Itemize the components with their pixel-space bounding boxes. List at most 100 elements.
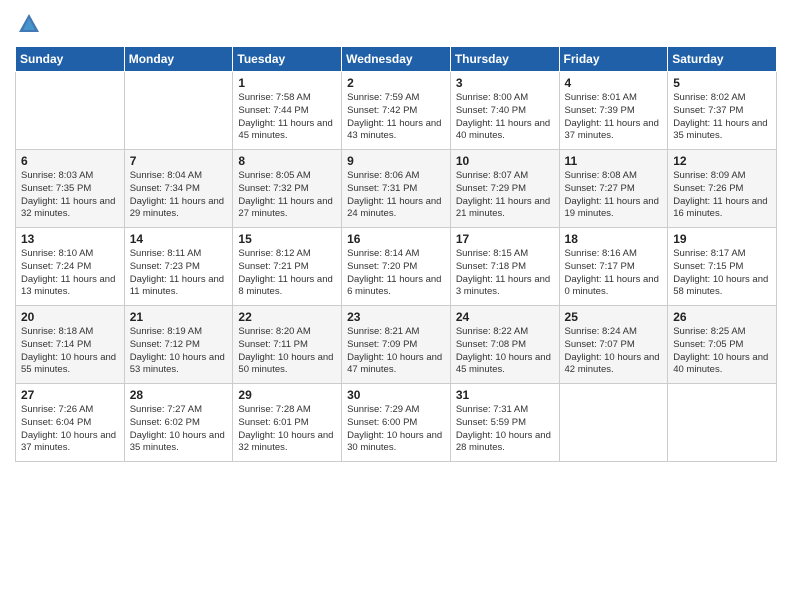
calendar-cell: 6 Sunrise: 8:03 AM Sunset: 7:35 PM Daylig… (16, 150, 125, 228)
day-detail: Sunrise: 7:27 AM Sunset: 6:02 PM Dayligh… (130, 404, 228, 455)
day-detail: Sunrise: 8:16 AM Sunset: 7:17 PM Dayligh… (565, 248, 663, 299)
day-detail: Sunrise: 8:09 AM Sunset: 7:26 PM Dayligh… (673, 170, 771, 221)
weekday-header-monday: Monday (124, 47, 233, 72)
day-number: 21 (130, 310, 228, 324)
calendar-table: SundayMondayTuesdayWednesdayThursdayFrid… (15, 46, 777, 462)
calendar-cell: 30 Sunrise: 7:29 AM Sunset: 6:00 PM Dayli… (342, 384, 451, 462)
day-number: 8 (238, 154, 336, 168)
day-number: 7 (130, 154, 228, 168)
calendar-cell: 26 Sunrise: 8:25 AM Sunset: 7:05 PM Dayli… (668, 306, 777, 384)
day-number: 25 (565, 310, 663, 324)
day-detail: Sunrise: 8:00 AM Sunset: 7:40 PM Dayligh… (456, 92, 554, 143)
day-number: 29 (238, 388, 336, 402)
week-row-4: 20Sunrise: 8:18 AM Sunset: 7:14 PM Dayli… (16, 306, 777, 384)
logo-icon (15, 10, 43, 38)
calendar-cell: 17 Sunrise: 8:15 AM Sunset: 7:18 PM Dayli… (450, 228, 559, 306)
weekday-header-thursday: Thursday (450, 47, 559, 72)
day-detail: Sunrise: 8:05 AM Sunset: 7:32 PM Dayligh… (238, 170, 336, 221)
day-number: 30 (347, 388, 445, 402)
day-detail: Sunrise: 8:01 AM Sunset: 7:39 PM Dayligh… (565, 92, 663, 143)
calendar-cell: 18 Sunrise: 8:16 AM Sunset: 7:17 PM Dayli… (559, 228, 668, 306)
calendar-cell (559, 384, 668, 462)
day-number: 27 (21, 388, 119, 402)
calendar-cell: 23 Sunrise: 8:21 AM Sunset: 7:09 PM Dayli… (342, 306, 451, 384)
week-row-3: 13Sunrise: 8:10 AM Sunset: 7:24 PM Dayli… (16, 228, 777, 306)
day-number: 26 (673, 310, 771, 324)
day-number: 20 (21, 310, 119, 324)
day-number: 23 (347, 310, 445, 324)
day-detail: Sunrise: 8:17 AM Sunset: 7:15 PM Dayligh… (673, 248, 771, 299)
week-row-1: 1 Sunrise: 7:58 AM Sunset: 7:44 PM Daylig… (16, 72, 777, 150)
day-number: 3 (456, 76, 554, 90)
calendar-cell: 16 Sunrise: 8:14 AM Sunset: 7:20 PM Dayli… (342, 228, 451, 306)
day-detail: Sunrise: 8:15 AM Sunset: 7:18 PM Dayligh… (456, 248, 554, 299)
calendar-cell: 31 Sunrise: 7:31 AM Sunset: 5:59 PM Dayli… (450, 384, 559, 462)
day-number: 17 (456, 232, 554, 246)
day-detail: Sunrise: 8:25 AM Sunset: 7:05 PM Dayligh… (673, 326, 771, 377)
calendar-cell (668, 384, 777, 462)
day-detail: Sunrise: 8:06 AM Sunset: 7:31 PM Dayligh… (347, 170, 445, 221)
day-number: 28 (130, 388, 228, 402)
day-detail: Sunrise: 8:12 AM Sunset: 7:21 PM Dayligh… (238, 248, 336, 299)
day-number: 10 (456, 154, 554, 168)
calendar-cell: 15 Sunrise: 8:12 AM Sunset: 7:21 PM Dayli… (233, 228, 342, 306)
day-number: 2 (347, 76, 445, 90)
calendar-cell: 8 Sunrise: 8:05 AM Sunset: 7:32 PM Daylig… (233, 150, 342, 228)
weekday-header-friday: Friday (559, 47, 668, 72)
calendar-cell: 20Sunrise: 8:18 AM Sunset: 7:14 PM Dayli… (16, 306, 125, 384)
calendar-cell: 4 Sunrise: 8:01 AM Sunset: 7:39 PM Daylig… (559, 72, 668, 150)
calendar-cell: 5 Sunrise: 8:02 AM Sunset: 7:37 PM Daylig… (668, 72, 777, 150)
day-detail: Sunrise: 8:07 AM Sunset: 7:29 PM Dayligh… (456, 170, 554, 221)
day-detail: Sunrise: 8:24 AM Sunset: 7:07 PM Dayligh… (565, 326, 663, 377)
day-detail: Sunrise: 7:29 AM Sunset: 6:00 PM Dayligh… (347, 404, 445, 455)
day-detail: Sunrise: 7:59 AM Sunset: 7:42 PM Dayligh… (347, 92, 445, 143)
logo (15, 10, 47, 38)
calendar-cell: 1 Sunrise: 7:58 AM Sunset: 7:44 PM Daylig… (233, 72, 342, 150)
day-detail: Sunrise: 7:26 AM Sunset: 6:04 PM Dayligh… (21, 404, 119, 455)
calendar-cell: 27 Sunrise: 7:26 AM Sunset: 6:04 PM Dayli… (16, 384, 125, 462)
day-detail: Sunrise: 8:20 AM Sunset: 7:11 PM Dayligh… (238, 326, 336, 377)
day-number: 24 (456, 310, 554, 324)
day-number: 15 (238, 232, 336, 246)
day-number: 11 (565, 154, 663, 168)
day-detail: Sunrise: 7:31 AM Sunset: 5:59 PM Dayligh… (456, 404, 554, 455)
day-number: 6 (21, 154, 119, 168)
weekday-header-wednesday: Wednesday (342, 47, 451, 72)
day-number: 16 (347, 232, 445, 246)
calendar-cell: 2 Sunrise: 7:59 AM Sunset: 7:42 PM Daylig… (342, 72, 451, 150)
day-detail: Sunrise: 8:21 AM Sunset: 7:09 PM Dayligh… (347, 326, 445, 377)
day-detail: Sunrise: 8:02 AM Sunset: 7:37 PM Dayligh… (673, 92, 771, 143)
day-detail: Sunrise: 8:08 AM Sunset: 7:27 PM Dayligh… (565, 170, 663, 221)
calendar-cell: 11 Sunrise: 8:08 AM Sunset: 7:27 PM Dayli… (559, 150, 668, 228)
day-number: 4 (565, 76, 663, 90)
week-row-2: 6 Sunrise: 8:03 AM Sunset: 7:35 PM Daylig… (16, 150, 777, 228)
day-number: 31 (456, 388, 554, 402)
day-detail: Sunrise: 8:22 AM Sunset: 7:08 PM Dayligh… (456, 326, 554, 377)
header (15, 10, 777, 38)
calendar-cell: 10 Sunrise: 8:07 AM Sunset: 7:29 PM Dayli… (450, 150, 559, 228)
day-detail: Sunrise: 7:58 AM Sunset: 7:44 PM Dayligh… (238, 92, 336, 143)
day-number: 9 (347, 154, 445, 168)
day-detail: Sunrise: 7:28 AM Sunset: 6:01 PM Dayligh… (238, 404, 336, 455)
day-detail: Sunrise: 8:11 AM Sunset: 7:23 PM Dayligh… (130, 248, 228, 299)
day-detail: Sunrise: 8:03 AM Sunset: 7:35 PM Dayligh… (21, 170, 119, 221)
calendar-cell: 19Sunrise: 8:17 AM Sunset: 7:15 PM Dayli… (668, 228, 777, 306)
page: SundayMondayTuesdayWednesdayThursdayFrid… (0, 0, 792, 612)
calendar-cell: 14Sunrise: 8:11 AM Sunset: 7:23 PM Dayli… (124, 228, 233, 306)
day-detail: Sunrise: 8:14 AM Sunset: 7:20 PM Dayligh… (347, 248, 445, 299)
day-number: 13 (21, 232, 119, 246)
day-number: 22 (238, 310, 336, 324)
calendar-cell (124, 72, 233, 150)
week-row-5: 27 Sunrise: 7:26 AM Sunset: 6:04 PM Dayli… (16, 384, 777, 462)
calendar-cell: 9 Sunrise: 8:06 AM Sunset: 7:31 PM Daylig… (342, 150, 451, 228)
day-number: 18 (565, 232, 663, 246)
weekday-header-sunday: Sunday (16, 47, 125, 72)
calendar-cell: 12Sunrise: 8:09 AM Sunset: 7:26 PM Dayli… (668, 150, 777, 228)
calendar-cell: 24 Sunrise: 8:22 AM Sunset: 7:08 PM Dayli… (450, 306, 559, 384)
weekday-header-row: SundayMondayTuesdayWednesdayThursdayFrid… (16, 47, 777, 72)
weekday-header-saturday: Saturday (668, 47, 777, 72)
day-number: 1 (238, 76, 336, 90)
weekday-header-tuesday: Tuesday (233, 47, 342, 72)
calendar-cell: 13Sunrise: 8:10 AM Sunset: 7:24 PM Dayli… (16, 228, 125, 306)
day-number: 5 (673, 76, 771, 90)
